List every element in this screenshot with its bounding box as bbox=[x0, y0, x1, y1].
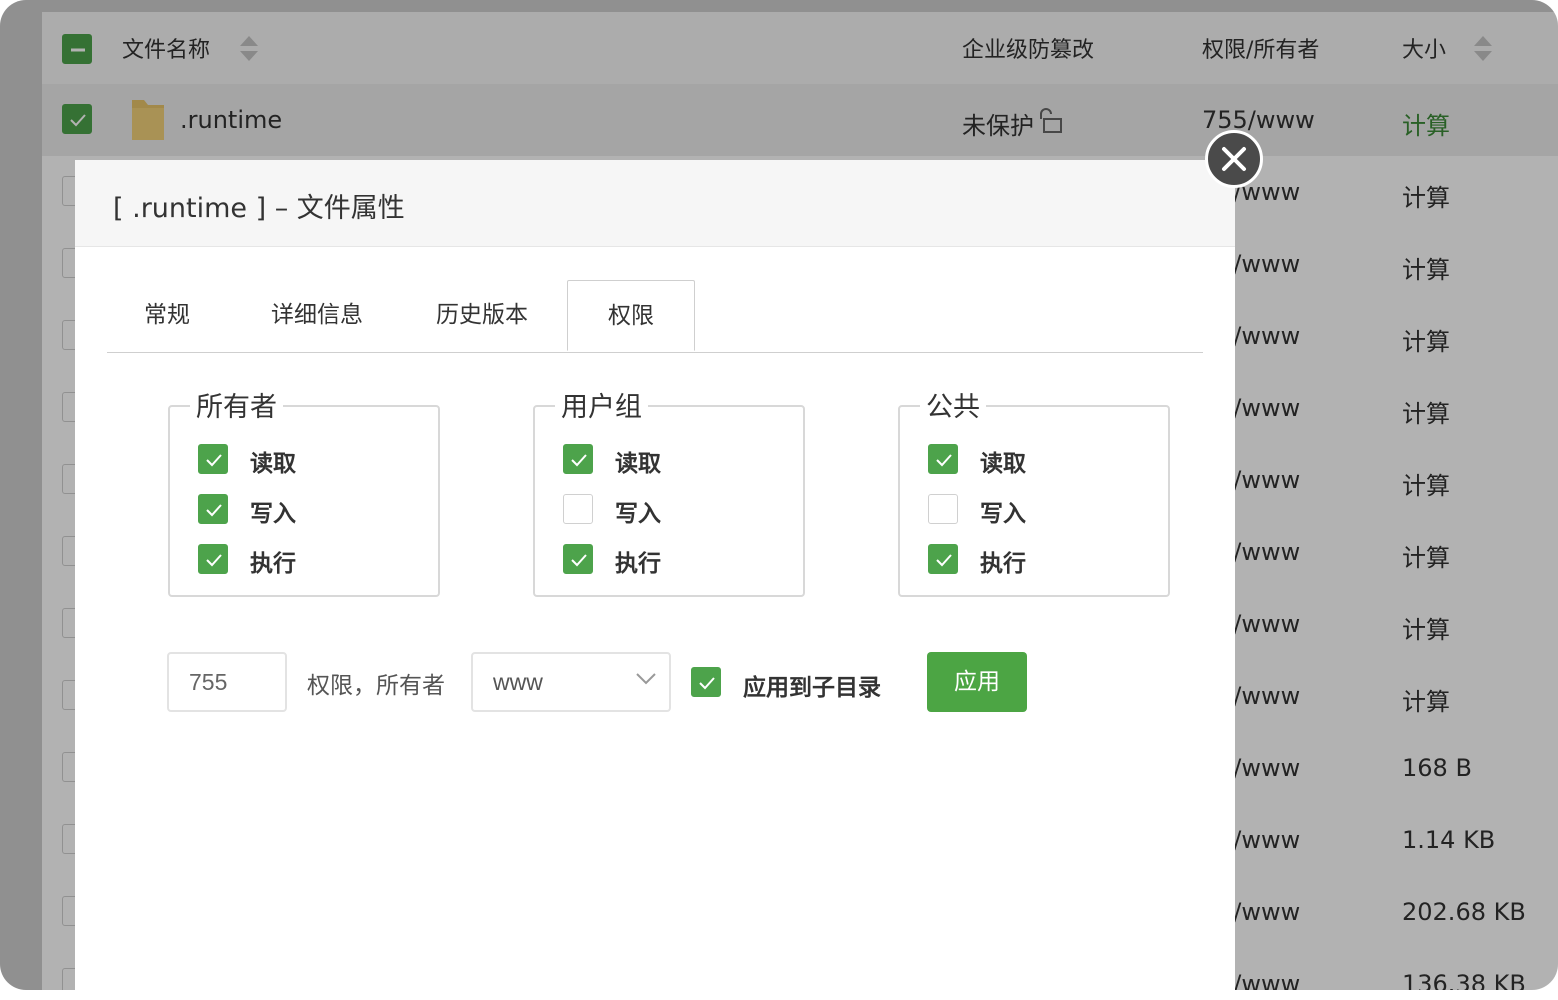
perm-execute-checkbox[interactable] bbox=[928, 544, 958, 574]
perm-read-label[interactable]: 读取 bbox=[980, 444, 1026, 478]
owner-label: 权限，所有者 bbox=[307, 673, 445, 699]
perm-write-label[interactable]: 写入 bbox=[615, 494, 661, 528]
dialog-header: [ .runtime ] – 文件属性 bbox=[75, 160, 1235, 247]
perm-read-label[interactable]: 读取 bbox=[615, 444, 661, 478]
perm-write-checkbox[interactable] bbox=[563, 494, 593, 524]
perm-execute-label[interactable]: 执行 bbox=[615, 544, 661, 578]
perm-execute-label[interactable]: 执行 bbox=[980, 544, 1026, 578]
check-icon bbox=[936, 554, 952, 567]
apply-button[interactable]: 应用 bbox=[927, 652, 1027, 712]
check-icon bbox=[571, 554, 587, 567]
group-legend: 所有者 bbox=[190, 385, 283, 424]
tab-details[interactable]: 详细信息 bbox=[247, 280, 387, 350]
apply-subdir-checkbox[interactable] bbox=[691, 667, 721, 697]
dialog-title: [ .runtime ] – 文件属性 bbox=[113, 193, 405, 224]
perm-execute-label[interactable]: 执行 bbox=[250, 544, 296, 578]
check-icon bbox=[571, 454, 587, 467]
chevron-down-icon bbox=[636, 673, 656, 685]
perm-read-checkbox[interactable] bbox=[198, 444, 228, 474]
permission-number-input[interactable]: 755 bbox=[167, 652, 287, 712]
perm-execute-checkbox[interactable] bbox=[563, 544, 593, 574]
perm-write-checkbox[interactable] bbox=[928, 494, 958, 524]
check-icon bbox=[936, 454, 952, 467]
check-icon bbox=[206, 554, 222, 567]
perm-execute-checkbox[interactable] bbox=[198, 544, 228, 574]
group-legend: 公共 bbox=[920, 385, 986, 424]
tab-history[interactable]: 历史版本 bbox=[412, 280, 552, 350]
permission-group: 用户组读取写入执行 bbox=[533, 385, 805, 597]
close-icon bbox=[1222, 147, 1246, 171]
perm-write-label[interactable]: 写入 bbox=[980, 494, 1026, 528]
file-properties-dialog: [ .runtime ] – 文件属性 常规 详细信息 历史版本 权限 所有者读… bbox=[75, 160, 1235, 1000]
perm-read-checkbox[interactable] bbox=[563, 444, 593, 474]
tab-bar: 常规 详细信息 历史版本 权限 bbox=[107, 280, 1203, 353]
check-icon bbox=[206, 454, 222, 467]
perm-write-checkbox[interactable] bbox=[198, 494, 228, 524]
owner-select-value: www bbox=[493, 669, 543, 695]
perm-read-label[interactable]: 读取 bbox=[250, 444, 296, 478]
owner-select[interactable]: www bbox=[471, 652, 671, 712]
apply-subdir-label[interactable]: 应用到子目录 bbox=[743, 668, 881, 702]
perm-write-label[interactable]: 写入 bbox=[250, 494, 296, 528]
check-icon bbox=[206, 504, 222, 517]
permission-group: 所有者读取写入执行 bbox=[168, 385, 440, 597]
tab-permissions[interactable]: 权限 bbox=[567, 280, 695, 351]
group-legend: 用户组 bbox=[555, 385, 648, 424]
permission-group: 公共读取写入执行 bbox=[898, 385, 1170, 597]
perm-read-checkbox[interactable] bbox=[928, 444, 958, 474]
tab-general[interactable]: 常规 bbox=[107, 280, 227, 350]
check-icon bbox=[699, 677, 715, 690]
close-dialog-button[interactable] bbox=[1205, 130, 1263, 188]
